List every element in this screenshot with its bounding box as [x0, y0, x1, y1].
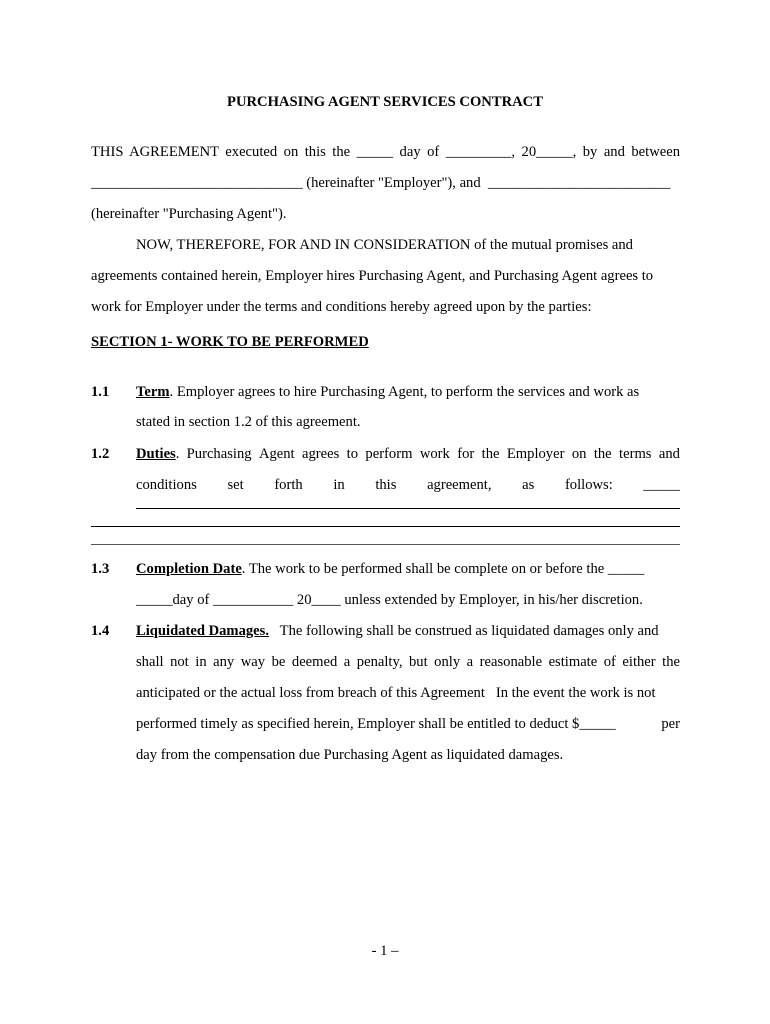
purchasing-agent-name-blank[interactable]: _________________________ [488, 175, 670, 191]
item-1-4-line-1: Liquidated Damages. The following shall … [136, 621, 659, 641]
duties-word: set [227, 477, 244, 493]
employer-label: (hereinafter "Employer"), and [302, 175, 485, 191]
completion-date-label: Completion Date [136, 561, 242, 577]
item-1-4-line-5: day from the compensation due Purchasing… [136, 747, 564, 763]
preamble-line-3: (hereinafter "Purchasing Agent"). [91, 206, 287, 222]
duties-word: forth [274, 477, 303, 493]
deduction-text: performed timely as specified herein, Em… [136, 716, 616, 732]
item-1-1-line-2: stated in section 1.2 of this agreement. [136, 414, 361, 430]
term-text: . Employer agrees to hire Purchasing Age… [169, 384, 640, 400]
preamble-line-2: _____________________________ (hereinaft… [91, 173, 680, 193]
item-1-4-line-4: performed timely as specified herein, Em… [136, 714, 680, 734]
item-1-4-line-3: anticipated or the actual loss from brea… [136, 685, 656, 701]
liquidated-damages-label: Liquidated Damages. [136, 623, 269, 639]
item-1-2-line-1: Duties. Purchasing Agent agrees to perform w… [136, 446, 680, 462]
item-1-4-line-2: shall not in any way be deemed a penalty… [136, 654, 680, 670]
document-title: PURCHASING AGENT SERVICES CONTRACT [227, 94, 543, 110]
duties-word: in [333, 477, 345, 493]
item-number-1-4: 1.4 [91, 623, 110, 639]
page-number: - 1 – [371, 943, 399, 959]
preamble-line-1: THIS AGREEMENT executed on this the ____… [91, 144, 680, 160]
consideration-line-2: agreements contained herein, Employer hi… [91, 268, 654, 284]
item-number-1-1: 1.1 [91, 384, 110, 400]
section-1-heading: SECTION 1- WORK TO BE PERFORMED [91, 334, 369, 350]
duties-text-1: . Purchasing [175, 446, 252, 462]
duties-word: follows: [564, 477, 613, 493]
item-1-1-line-1: Term. Employer agrees to hire Purchasing… [136, 382, 639, 402]
item-number-1-3: 1.3 [91, 561, 110, 577]
duties-word: as [522, 477, 535, 493]
item-1-2-line-2: conditions set forth in this agreement, … [136, 475, 680, 495]
duties-word: this [375, 477, 397, 493]
duties-word: conditions [136, 477, 197, 493]
item-1-3-line-1: Completion Date. The work to be performe… [136, 559, 644, 579]
employer-name-blank[interactable]: _____________________________ [91, 175, 303, 191]
duties-blank[interactable]: _____ [643, 475, 679, 495]
duties-blank-line-2[interactable] [91, 526, 680, 527]
consideration-line-3: work for Employer under the terms and co… [91, 299, 592, 315]
duties-blank-line-3[interactable] [91, 544, 680, 545]
liquidated-damages-text: The following shall be construed as liqu… [268, 623, 659, 639]
item-1-3-line-2: _____day of ___________ 20____ unless ex… [136, 592, 643, 608]
term-label: Term [136, 384, 170, 400]
consideration-line-1: NOW, THEREFORE, FOR AND IN CONSIDERATION… [136, 237, 633, 253]
item-number-1-2: 1.2 [91, 446, 110, 462]
duties-blank-line-1[interactable] [136, 508, 680, 509]
duties-label: Duties [136, 446, 176, 462]
duties-word: agreement, [427, 477, 492, 493]
completion-date-text: . The work to be performed shall be comp… [241, 561, 645, 577]
per-text: per [661, 716, 680, 732]
